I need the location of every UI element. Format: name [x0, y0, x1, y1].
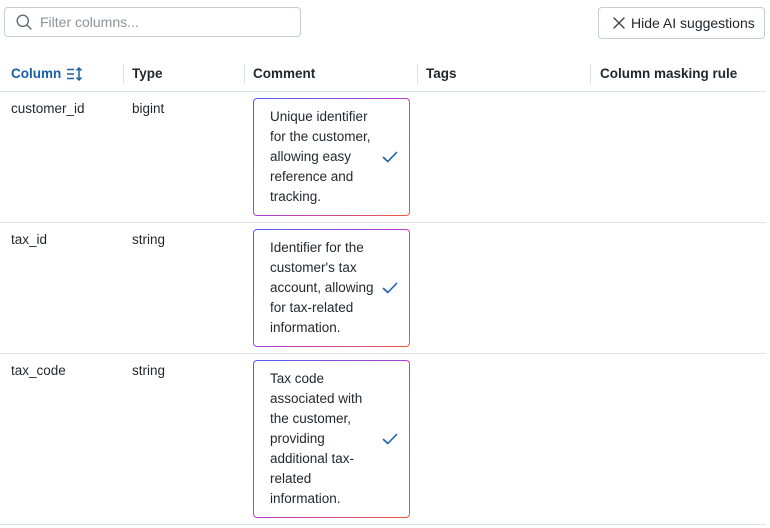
table-row: customer_id bigint Unique identifier for… — [0, 92, 766, 223]
sort-icon — [67, 66, 83, 81]
column-name: customer_id — [11, 101, 85, 116]
hide-ai-suggestions-label: Hide AI suggestions — [631, 15, 755, 31]
column-header-comment: Comment — [253, 66, 316, 81]
ai-comment-suggestion: Unique identifier for the customer, allo… — [253, 98, 410, 216]
filter-columns-field[interactable] — [4, 7, 301, 37]
check-icon — [382, 151, 398, 163]
accept-suggestion-button[interactable] — [381, 279, 399, 297]
close-icon — [613, 17, 625, 29]
column-type: string — [132, 232, 166, 247]
column-header-tags: Tags — [426, 66, 457, 81]
table-row: tax_code string Tax code associated with… — [0, 354, 766, 525]
column-name: tax_code — [11, 363, 66, 378]
column-header-column[interactable]: Column — [11, 56, 84, 91]
accept-suggestion-button[interactable] — [381, 430, 399, 448]
accept-suggestion-button[interactable] — [381, 148, 399, 166]
ai-comment-suggestion: Tax code associated with the customer, p… — [253, 360, 410, 518]
column-divider[interactable] — [417, 64, 418, 84]
column-type: bigint — [132, 101, 165, 116]
ai-comment-suggestion-text: Unique identifier for the customer, allo… — [270, 109, 371, 204]
column-header-type: Type — [132, 66, 163, 81]
column-header-masking-rule: Column masking rule — [600, 66, 738, 81]
column-name: tax_id — [11, 232, 48, 247]
column-divider[interactable] — [123, 64, 124, 84]
ai-comment-suggestion-text: Tax code associated with the customer, p… — [270, 371, 363, 506]
column-type: string — [132, 363, 166, 378]
filter-columns-input[interactable] — [40, 14, 280, 30]
column-divider[interactable] — [244, 64, 245, 84]
check-icon — [382, 433, 398, 445]
column-divider[interactable] — [590, 64, 591, 84]
column-header-label: Column — [11, 66, 62, 81]
ai-comment-suggestion-text: Identifier for the customer's tax accoun… — [270, 240, 374, 335]
table-header: Column Type Comment Tags Column masking … — [0, 56, 766, 92]
search-icon — [16, 14, 32, 30]
hide-ai-suggestions-button[interactable]: Hide AI suggestions — [598, 7, 765, 39]
check-icon — [382, 282, 398, 294]
ai-comment-suggestion: Identifier for the customer's tax accoun… — [253, 229, 410, 347]
table-row: tax_id string Identifier for the custome… — [0, 223, 766, 354]
